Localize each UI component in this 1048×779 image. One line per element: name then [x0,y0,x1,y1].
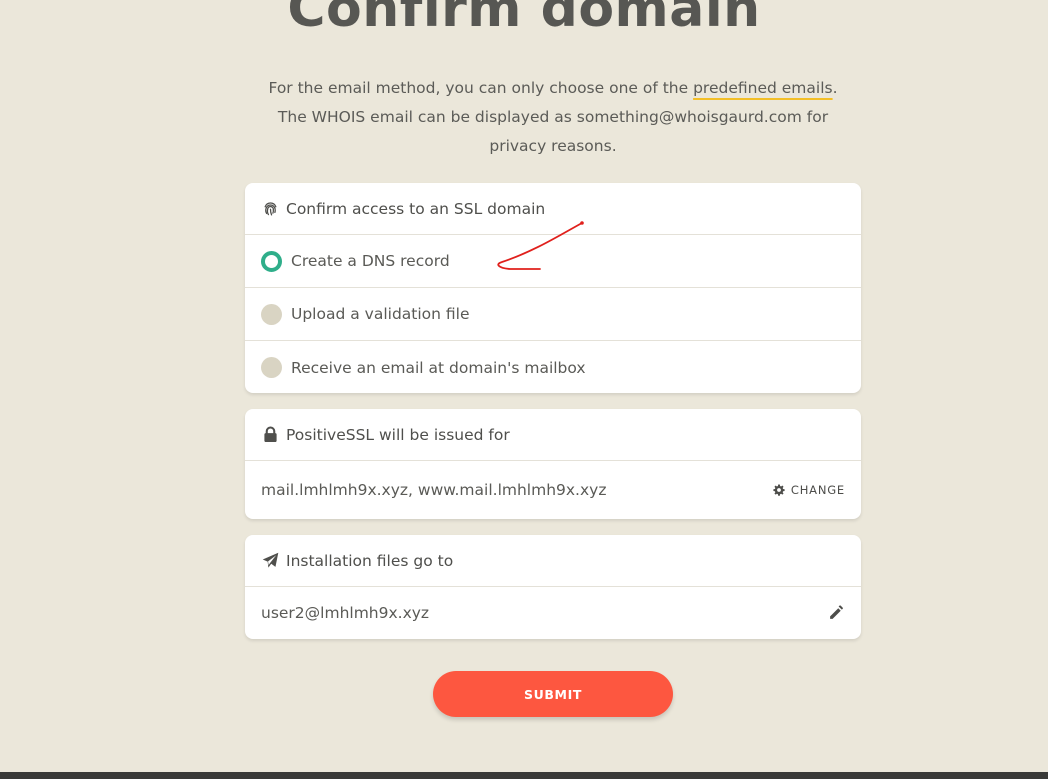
installation-files-card-header: Installation files go to [245,535,861,587]
submit-button[interactable]: SUBMIT [433,671,673,717]
option-label: Create a DNS record [291,252,450,270]
certificate-domains-card-title: PositiveSSL will be issued for [286,425,510,444]
intro-text: For the email method, you can only choos… [255,74,851,161]
page: Confirm domain For the email method, you… [0,0,1048,779]
option-label: Receive an email at domain's mailbox [291,358,586,377]
ssl-validation-card-title: Confirm access to an SSL domain [286,199,546,218]
ssl-validation-card-header: Confirm access to an SSL domain [245,183,861,235]
option-validation-file[interactable]: Upload a validation file [245,288,861,341]
installation-files-card-title: Installation files go to [286,551,454,570]
email-mailbox-radio[interactable] [261,357,282,378]
intro-text-part1: For the email method, you can only choos… [268,79,694,97]
installation-files-card: Installation files go to user2@lmhlmh9x.… [245,535,861,639]
change-button-label: CHANGE [790,482,845,497]
certificate-domains-card-header: PositiveSSL will be issued for [245,409,861,461]
certificate-domains-card: PositiveSSL will be issued for mail.lmhl… [245,409,861,519]
validation-file-radio[interactable] [261,303,282,325]
installation-email-row: user2@lmhlmh9x.xyz [245,587,861,638]
footer-bar [0,772,1048,779]
gear-icon [773,484,785,496]
fingerprint-icon [261,200,279,218]
lock-icon [261,426,279,444]
pencil-icon [830,605,843,619]
edit-email-button[interactable] [828,604,845,621]
paper-plane-icon [261,552,279,570]
dns-record-radio[interactable] [261,250,282,272]
predefined-emails-highlight: predefined emails [693,79,833,97]
option-label: Upload a validation file [291,305,470,323]
option-email-mailbox[interactable]: Receive an email at domain's mailbox [245,341,861,393]
installation-email-value: user2@lmhlmh9x.xyz [261,603,430,622]
ssl-validation-card: Confirm access to an SSL domain Create a… [245,183,861,393]
change-domains-button[interactable]: CHANGE [773,483,845,497]
page-title: Confirm domain [287,0,761,39]
option-dns-record[interactable]: Create a DNS record [245,235,861,288]
certificate-domains-value: mail.lmhlmh9x.xyz, www.mail.lmhlmh9x.xyz [261,480,607,499]
certificate-domains-row: mail.lmhlmh9x.xyz, www.mail.lmhlmh9x.xyz… [245,461,861,518]
